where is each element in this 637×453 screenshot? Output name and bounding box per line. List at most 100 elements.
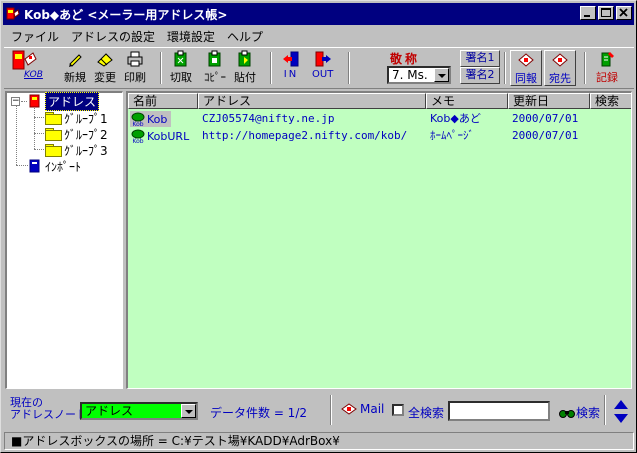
tree-expander[interactable]: − [11, 97, 20, 106]
row-name-cell[interactable]: Kob KobURL [130, 128, 189, 144]
toolbar: KOB 新規 変更 印刷 切取 ｺﾋﾟｰ 貼付 IN OUT 敬称 7. Ms.… [4, 47, 634, 89]
kob-logo-button[interactable]: KOB [10, 50, 43, 86]
tree-item-group2[interactable]: ｸﾞﾙｰﾌﾟ2 [45, 126, 108, 142]
all-search-checkbox[interactable] [392, 404, 404, 416]
tree-line [34, 117, 44, 118]
tree-line [16, 165, 28, 166]
menu-file[interactable]: ファイル [5, 28, 65, 45]
tree-line [34, 149, 44, 150]
row-memo: ﾎｰﾑﾍﾟｰｼﾞ [430, 129, 474, 142]
app-window: Kob◆あど <メーラー用アドレス帳> ファイル アドレスの設定 環境設定 ヘル… [0, 0, 637, 453]
menu-environment[interactable]: 環境設定 [161, 28, 221, 45]
row-date: 2000/07/01 [512, 129, 579, 142]
tree-item-group3-label: ｸﾞﾙｰﾌﾟ3 [64, 143, 108, 158]
signature1-button[interactable]: 署名1 [460, 50, 500, 67]
kob-icon: Kob [131, 129, 145, 144]
current-note-select[interactable]: アドレス [80, 402, 198, 420]
envelope-icon [551, 51, 569, 69]
row-name-cell[interactable]: Kob Kob [130, 111, 172, 127]
chevron-down-icon[interactable] [434, 68, 449, 82]
print-button[interactable]: 印刷 [124, 50, 146, 86]
toolbar-separator [160, 52, 162, 84]
column-address[interactable]: アドレス [198, 93, 426, 109]
table-row[interactable]: Kob Kob CZJ05574@nifty.ne.jp Kob◆あど 2000… [128, 111, 631, 127]
honorific-select[interactable]: 7. Ms. [387, 66, 451, 84]
window-title: Kob◆あど <メーラー用アドレス帳> [24, 7, 228, 22]
envelope-icon [341, 403, 357, 415]
column-updated[interactable]: 更新日 [508, 93, 590, 109]
menu-address-settings[interactable]: アドレスの設定 [65, 28, 161, 45]
signature1-label: 署名1 [465, 51, 495, 64]
column-search[interactable]: 検索 [590, 93, 631, 109]
address-grid: 名前 アドレス メモ 更新日 検索 Kob Kob CZJ05574@nifty… [126, 91, 632, 389]
bottom-controls: 現在の アドレスノート アドレス データ件数 = 1/2 Mail 全検索 検索 [4, 391, 634, 429]
new-button[interactable]: 新規 [64, 50, 86, 86]
cut-button[interactable]: 切取 [170, 50, 192, 86]
import-in-button[interactable]: IN [282, 50, 300, 86]
tree-item-address[interactable]: アドレス [29, 91, 100, 111]
search-input[interactable] [448, 401, 550, 421]
cut-label: 切取 [170, 71, 192, 84]
toolbar-separator [504, 52, 506, 84]
tree-item-group1[interactable]: ｸﾞﾙｰﾌﾟ1 [45, 110, 108, 126]
folder-icon [45, 144, 62, 157]
svg-text:Kob: Kob [132, 138, 143, 144]
mail-label: Mail [360, 402, 385, 416]
edit-label: 変更 [94, 71, 116, 84]
tree-item-import[interactable]: ｲﾝﾎﾟｰﾄ [29, 158, 81, 174]
signature2-label: 署名2 [465, 68, 495, 81]
copy-icon [206, 50, 224, 68]
record-button[interactable]: 記録 [596, 50, 618, 86]
arrow-in-icon [282, 50, 300, 68]
separator [330, 395, 332, 425]
row-date: 2000/07/01 [512, 112, 579, 125]
folder-icon [45, 112, 62, 125]
toolbar-separator [348, 52, 350, 84]
maximize-button[interactable] [598, 6, 614, 20]
binoculars-icon [559, 409, 575, 418]
tree-line [34, 108, 35, 149]
up-down-arrows[interactable] [612, 399, 630, 425]
title-bar[interactable]: Kob◆あど <メーラー用アドレス帳> [3, 3, 634, 25]
close-button[interactable] [616, 6, 632, 20]
mail-button[interactable]: Mail [340, 402, 384, 416]
edit-button[interactable]: 変更 [94, 50, 116, 86]
menu-help[interactable]: ヘルプ [221, 28, 269, 45]
toolbar-separator [584, 52, 586, 84]
to-label: 宛先 [549, 72, 571, 85]
cc-button[interactable]: 同報 [510, 50, 542, 86]
arrow-up-icon[interactable] [614, 400, 628, 409]
separator [604, 395, 606, 425]
paste-button[interactable]: 貼付 [234, 50, 256, 86]
search-button[interactable]: 検索 [559, 404, 600, 421]
row-name: KobURL [147, 129, 190, 143]
column-memo[interactable]: メモ [426, 93, 508, 109]
to-button[interactable]: 宛先 [544, 50, 576, 86]
chevron-down-icon[interactable] [181, 404, 196, 418]
row-address: CZJ05574@nifty.ne.jp [202, 112, 335, 125]
record-icon [598, 50, 616, 68]
cut-icon [172, 50, 190, 68]
new-label: 新規 [64, 71, 86, 84]
arrow-down-icon[interactable] [614, 414, 628, 423]
minimize-button[interactable] [580, 6, 596, 20]
tree-item-import-label: ｲﾝﾎﾟｰﾄ [45, 159, 82, 174]
envelope-icon [517, 51, 535, 69]
book-blue-icon [29, 159, 40, 173]
menu-bar: ファイル アドレスの設定 環境設定 ヘルプ [5, 27, 269, 45]
kob-icon: Kob [131, 112, 145, 127]
book-red-icon [29, 94, 40, 108]
current-note-label-line2: アドレスノート [10, 408, 87, 421]
app-icon [6, 7, 20, 21]
export-out-button[interactable]: OUT [312, 50, 333, 86]
arrow-out-icon [314, 50, 332, 68]
folder-icon [45, 128, 62, 141]
tree-line [16, 106, 17, 165]
tree-item-group3[interactable]: ｸﾞﾙｰﾌﾟ3 [45, 142, 108, 158]
copy-button[interactable]: ｺﾋﾟｰ [204, 50, 226, 86]
column-name[interactable]: 名前 [128, 93, 198, 109]
tree-item-address-label: アドレス [45, 91, 100, 111]
table-row[interactable]: Kob KobURL http://homepage2.nifty.com/ko… [128, 128, 631, 144]
signature2-button[interactable]: 署名2 [460, 67, 500, 84]
printer-icon [126, 50, 144, 68]
